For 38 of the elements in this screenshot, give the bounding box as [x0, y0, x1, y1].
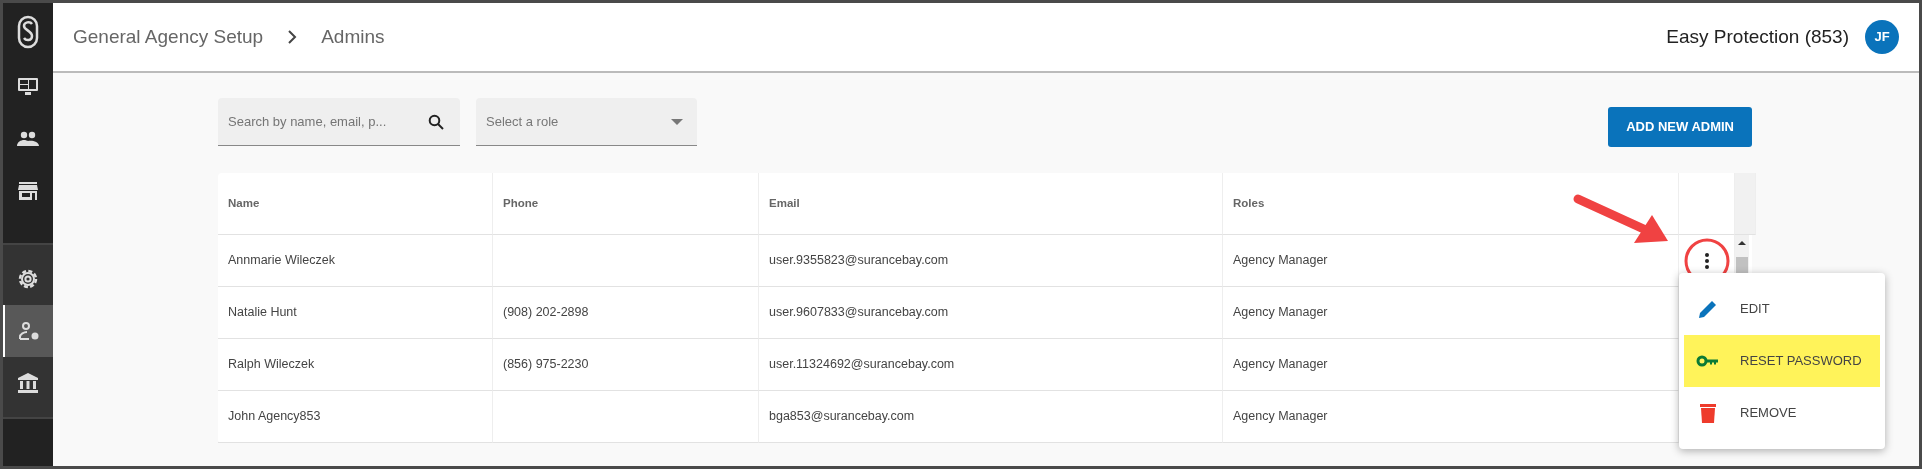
table-cell-text: John Agency853: [228, 408, 321, 426]
user-settings-icon: [17, 319, 41, 343]
table-cell-text: Agency Manager: [1233, 304, 1328, 322]
table-cell-text: (856) 975-2230: [503, 356, 589, 374]
column-header: Name: [228, 195, 260, 211]
agency-name: Easy Protection (853): [1666, 24, 1849, 49]
search-field[interactable]: Search by name, email, p...: [218, 98, 460, 146]
logo-icon[interactable]: [17, 15, 39, 49]
table-cell-text: Natalie Hunt: [228, 304, 297, 322]
more-button[interactable]: [1703, 251, 1710, 270]
column-header: Phone: [503, 195, 539, 211]
caret-icon: [671, 118, 683, 125]
table-cell-text: Agency Manager: [1233, 252, 1328, 270]
table-cell-text: Agency Manager: [1233, 408, 1328, 426]
table-cell-text: (908) 202-2898: [503, 304, 589, 322]
table-cell-text: user.9607833@surancebay.com: [769, 304, 949, 322]
menu-item[interactable]: RESET PASSWORD: [1684, 335, 1880, 387]
store-icon: [16, 179, 40, 203]
breadcrumb-link[interactable]: General Agency Setup: [73, 22, 264, 52]
role-select[interactable]: Select a role: [476, 98, 697, 146]
bank-icon: [16, 371, 40, 395]
table-cell-text: user.11324692@surancebay.com: [769, 356, 955, 374]
settings-icon: [16, 267, 40, 291]
table-cell-text: Ralph Wileczek: [228, 356, 315, 374]
table-cell-text: Annmarie Wileczek: [228, 252, 335, 270]
menu-item[interactable]: EDIT: [1684, 283, 1880, 335]
column-header: Roles: [1233, 195, 1265, 211]
table-cell-text: bga853@surancebay.com: [769, 408, 915, 426]
column-header: Email: [769, 195, 800, 211]
page-title: Admins: [321, 24, 385, 49]
add-admin-button[interactable]: ADD NEW ADMIN: [1608, 107, 1752, 147]
sidebar-item[interactable]: [3, 305, 53, 357]
table-cell-text: Agency Manager: [1233, 356, 1328, 374]
menu-item[interactable]: REMOVE: [1684, 387, 1880, 439]
search-icon: [428, 114, 444, 130]
table-cell-text: user.9355823@surancebay.com: [769, 252, 949, 270]
user-avatar[interactable]: JF: [1865, 20, 1899, 54]
chevron-icon: [287, 30, 298, 44]
